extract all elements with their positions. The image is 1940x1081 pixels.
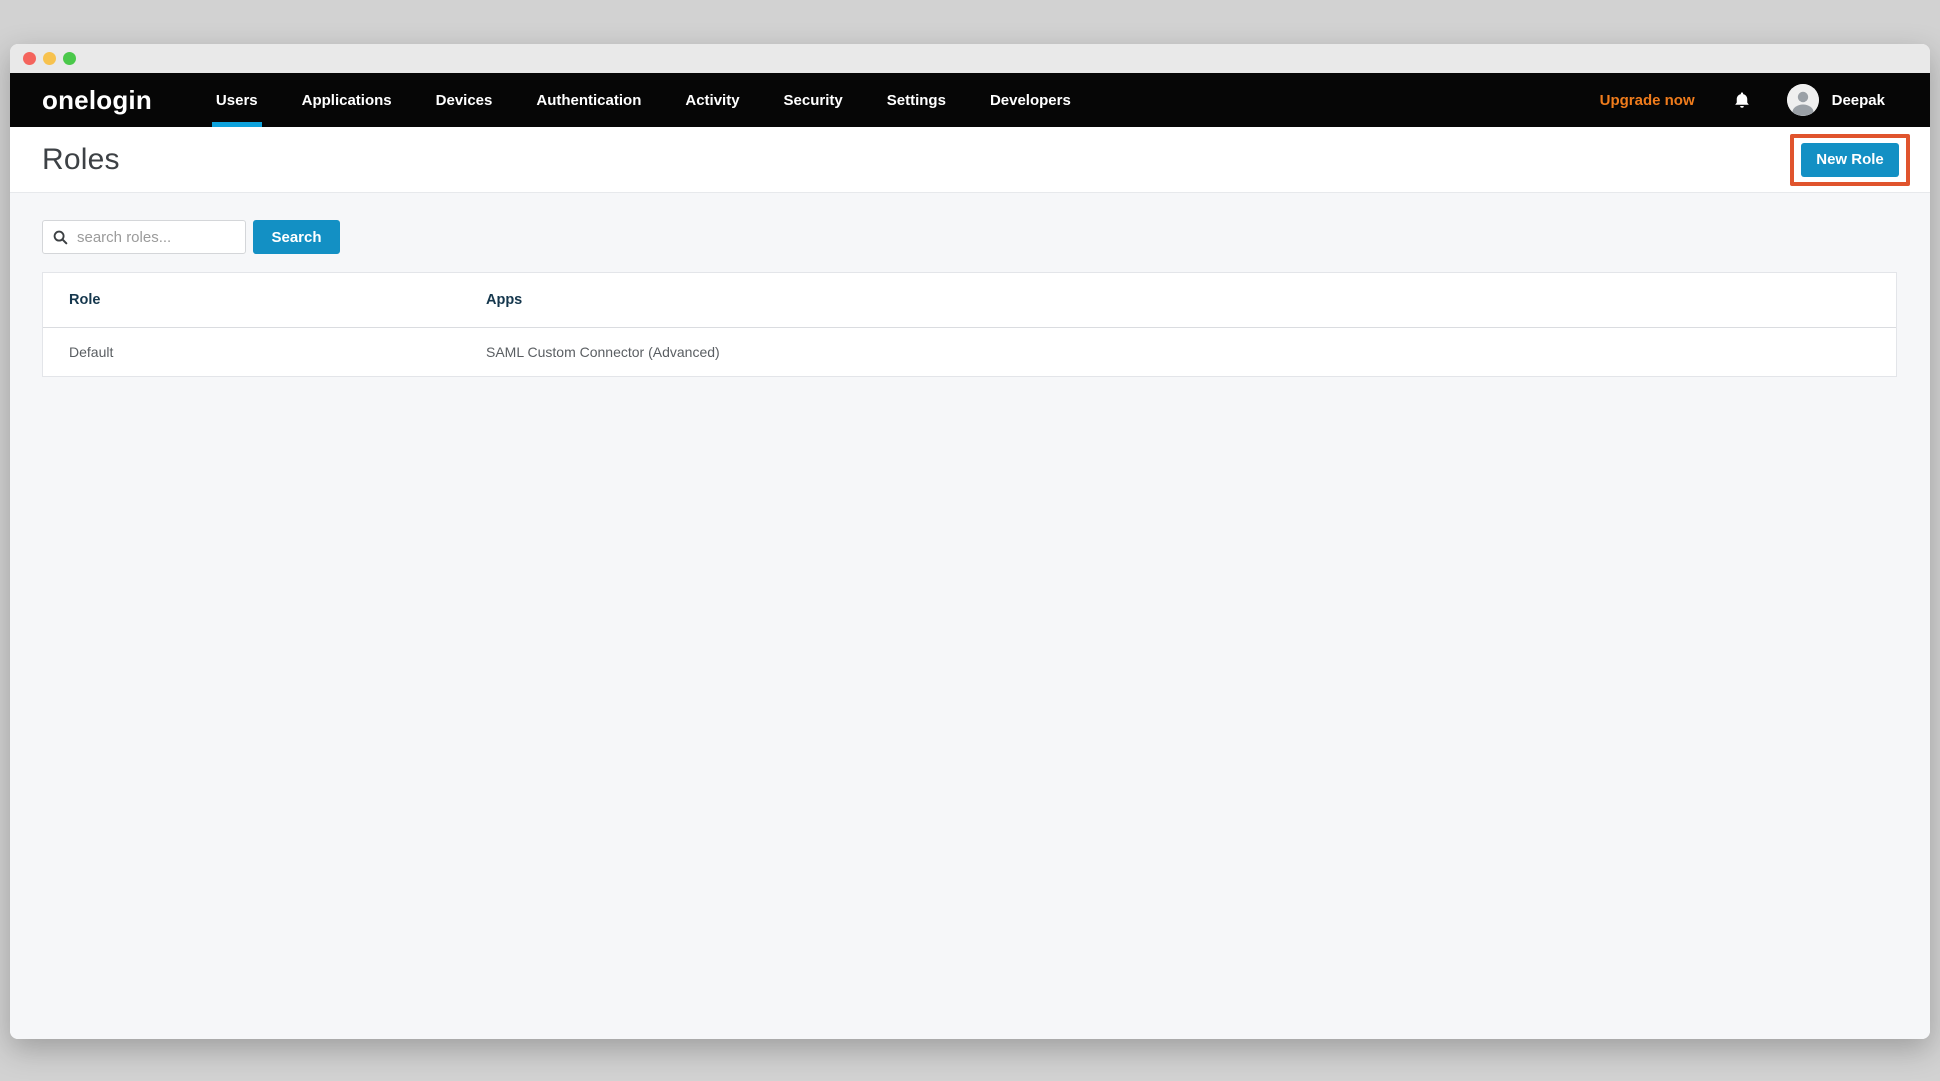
nav-item-users[interactable]: Users: [212, 73, 262, 127]
search-input-wrapper: [42, 220, 246, 254]
new-role-button[interactable]: New Role: [1801, 143, 1899, 177]
user-name[interactable]: Deepak: [1832, 92, 1885, 109]
search-input[interactable]: [43, 221, 245, 253]
nav-item-devices[interactable]: Devices: [432, 73, 497, 127]
upgrade-now-link[interactable]: Upgrade now: [1600, 92, 1695, 109]
nav-item-applications[interactable]: Applications: [298, 73, 396, 127]
window-titlebar: [10, 44, 1930, 73]
notification-bell-icon[interactable]: [1733, 91, 1751, 110]
role-cell: Default: [43, 344, 486, 360]
search-row: Search: [42, 220, 1897, 254]
page-header: Roles New Role: [10, 127, 1930, 193]
annotation-highlight-box: New Role: [1790, 134, 1910, 186]
close-window-button[interactable]: [23, 52, 36, 65]
table-header-row: Role Apps: [43, 273, 1896, 328]
primary-navigation: Users Applications Devices Authenticatio…: [194, 73, 1093, 127]
page-title: Roles: [42, 143, 120, 177]
table-row[interactable]: Default SAML Custom Connector (Advanced): [43, 328, 1896, 376]
minimize-window-button[interactable]: [43, 52, 56, 65]
nav-item-settings[interactable]: Settings: [883, 73, 950, 127]
user-avatar[interactable]: [1787, 84, 1819, 116]
navbar-right-section: Upgrade now Deepak: [1600, 73, 1930, 127]
column-header-role: Role: [43, 292, 486, 308]
apps-cell: SAML Custom Connector (Advanced): [486, 344, 1896, 360]
roles-table: Role Apps Default SAML Custom Connector …: [42, 272, 1897, 377]
search-icon: [53, 230, 68, 245]
zoom-window-button[interactable]: [63, 52, 76, 65]
search-button[interactable]: Search: [253, 220, 340, 254]
browser-window: onelogin Users Applications Devices Auth…: [10, 44, 1930, 1039]
nav-item-developers[interactable]: Developers: [986, 73, 1075, 127]
top-navbar: onelogin Users Applications Devices Auth…: [10, 73, 1930, 127]
column-header-apps: Apps: [486, 292, 1896, 308]
nav-item-activity[interactable]: Activity: [681, 73, 743, 127]
nav-item-authentication[interactable]: Authentication: [532, 73, 645, 127]
page-content: Search Role Apps Default SAML Custom Con…: [10, 193, 1930, 1039]
onelogin-logo[interactable]: onelogin: [42, 85, 152, 116]
nav-item-security[interactable]: Security: [780, 73, 847, 127]
